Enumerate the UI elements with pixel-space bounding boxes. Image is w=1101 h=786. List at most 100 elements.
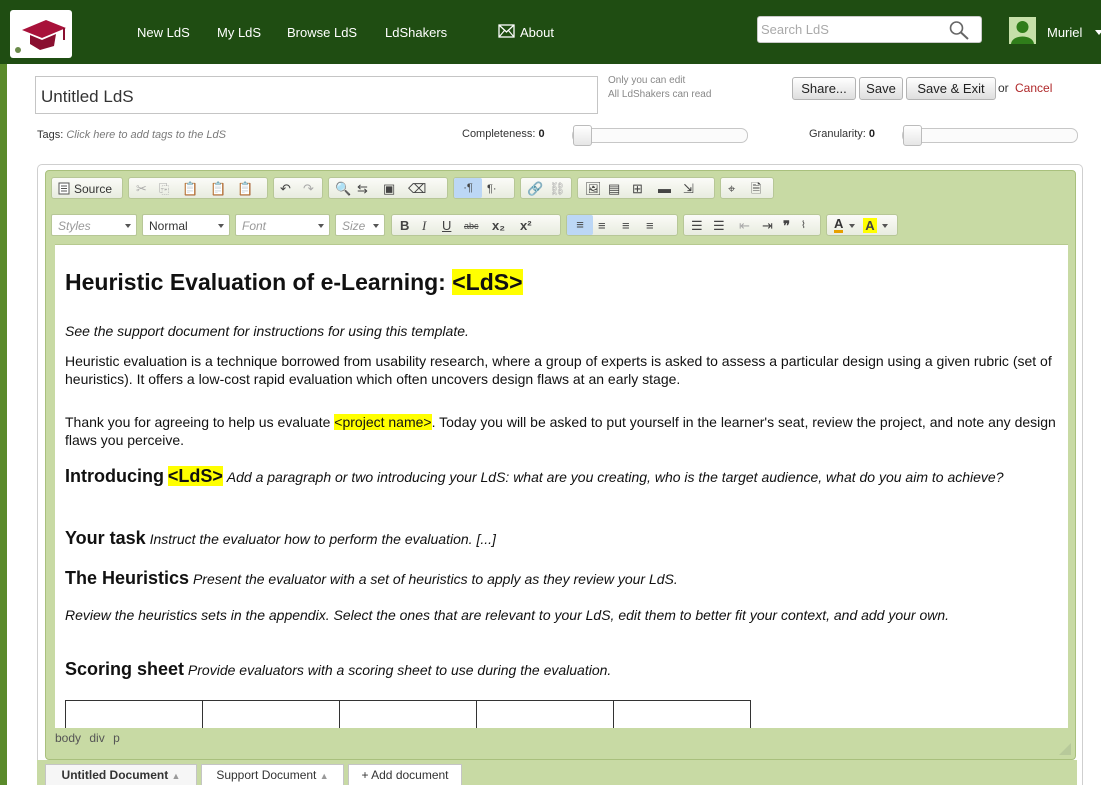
nav-my-lds[interactable]: My LdS	[217, 25, 261, 40]
text-color-icon[interactable]: A	[834, 217, 844, 233]
align-justify-icon[interactable]: ≡	[646, 218, 654, 234]
link-icon[interactable]: 🔗	[527, 181, 543, 197]
maximize-icon[interactable]: ⌖	[728, 181, 735, 197]
granularity-label: Granularity:	[809, 128, 866, 140]
scoring-text: Provide evaluators with a scoring sheet …	[187, 662, 612, 678]
table-cell[interactable]	[476, 700, 614, 728]
nav-browse-lds[interactable]: Browse LdS	[287, 25, 357, 40]
horizontal-line-icon[interactable]: ▬	[658, 181, 671, 197]
align-center-icon[interactable]: ≡	[598, 218, 606, 234]
blockquote-icon[interactable]: ❞	[783, 218, 790, 234]
superscript-icon[interactable]: x²	[520, 218, 532, 234]
table-icon[interactable]: ⊞	[632, 181, 643, 197]
italic-icon[interactable]: I	[422, 218, 426, 234]
format-dropdown[interactable]: Normal	[142, 214, 230, 236]
remove-format-icon[interactable]: ⌫	[408, 181, 426, 197]
granularity-slider-track[interactable]	[902, 128, 1078, 143]
completeness-slider-handle[interactable]	[573, 125, 592, 146]
ldshake-logo-icon[interactable]	[10, 10, 72, 58]
triangle-up-icon[interactable]: ▲	[172, 771, 181, 781]
lds-title-field[interactable]: Untitled LdS	[35, 76, 598, 114]
heuristics-text: Present the evaluator with a set of heur…	[192, 571, 678, 587]
font-dropdown[interactable]: Font	[235, 214, 330, 236]
nav-about[interactable]: About	[520, 25, 554, 40]
underline-icon[interactable]: U	[442, 218, 451, 234]
replace-icon[interactable]: ⇆	[357, 181, 368, 197]
editor-content[interactable]: Heuristic Evaluation of e-Learning: <LdS…	[55, 244, 1068, 728]
granularity-label-group: Granularity: 0	[809, 128, 875, 140]
table-cell[interactable]	[339, 700, 477, 728]
strikethrough-icon[interactable]: abc	[464, 218, 479, 234]
font-dropdown-label: Font	[242, 219, 267, 233]
clipboard-group: ✂ ⎘ 📋 📋 📋	[128, 177, 268, 199]
nav-new-lds[interactable]: New LdS	[137, 25, 190, 40]
undo-icon[interactable]: ↶	[280, 181, 291, 197]
outdent-icon[interactable]: ⇤	[739, 218, 750, 234]
path-body[interactable]: body	[55, 731, 81, 745]
bullet-list-icon[interactable]: ☰	[713, 218, 725, 234]
preview-icon[interactable]: 🗎	[751, 181, 761, 197]
table-cell[interactable]	[202, 700, 340, 728]
find-icon[interactable]: 🔍	[335, 181, 351, 197]
table-cell[interactable]	[65, 700, 203, 728]
cut-icon[interactable]: ✂	[136, 181, 147, 197]
undo-group: ↶ ↷	[273, 177, 323, 199]
flash-icon[interactable]: ▤	[608, 181, 620, 197]
document-heading: Heuristic Evaluation of e-Learning: <LdS…	[65, 269, 523, 296]
copy-icon[interactable]: ⎘	[159, 181, 169, 197]
lds-title-value: Untitled LdS	[41, 87, 134, 106]
paste-word-icon[interactable]: 📋	[237, 181, 253, 197]
user-name[interactable]: Muriel	[1047, 25, 1082, 40]
indent-icon[interactable]: ⇥	[762, 218, 773, 234]
resize-grip-icon[interactable]	[1059, 743, 1071, 755]
task-title: Your task	[65, 528, 146, 548]
avatar[interactable]	[1009, 17, 1036, 44]
path-p[interactable]: p	[113, 731, 120, 745]
link-group: 🔗 ⛓	[520, 177, 572, 199]
size-dropdown[interactable]: Size	[335, 214, 385, 236]
task-section: Your task Instruct the evaluator how to …	[65, 529, 1060, 548]
nav-ldshakers[interactable]: LdShakers	[385, 25, 447, 40]
user-menu-chevron-down-icon[interactable]	[1095, 30, 1101, 35]
select-all-icon[interactable]: ▣	[383, 181, 395, 197]
triangle-up-icon[interactable]: ▲	[320, 771, 329, 781]
granularity-slider-handle[interactable]	[903, 125, 922, 146]
redo-icon[interactable]: ↷	[303, 181, 314, 197]
path-div[interactable]: div	[89, 731, 104, 745]
cancel-link[interactable]: Cancel	[1015, 81, 1052, 95]
page-break-icon[interactable]: ⇲	[683, 181, 694, 197]
text-direction-group: ·¶ ¶·	[453, 177, 515, 199]
align-left-icon[interactable]: ≡	[567, 215, 593, 235]
table-cell[interactable]	[613, 700, 751, 728]
unlink-icon[interactable]: ⛓	[549, 181, 566, 197]
div-container-icon[interactable]: ⌇	[801, 218, 806, 234]
numbered-list-icon[interactable]: ☰	[691, 218, 703, 234]
tab-support-document[interactable]: Support Document ▲	[201, 764, 344, 785]
introducing-section: Introducing <LdS> Add a paragraph or two…	[65, 466, 1060, 487]
subscript-icon[interactable]: x₂	[492, 218, 505, 234]
save-button[interactable]: Save	[859, 77, 903, 100]
align-right-icon[interactable]: ≡	[622, 218, 630, 234]
heading-placeholder: <LdS>	[452, 269, 523, 295]
styles-dropdown[interactable]: Styles	[51, 214, 137, 236]
mail-icon[interactable]	[498, 24, 515, 38]
search-icon[interactable]	[948, 20, 970, 40]
ltr-icon[interactable]: ·¶	[454, 178, 482, 198]
bold-icon[interactable]: B	[400, 218, 409, 234]
source-button[interactable]: Source	[51, 177, 123, 199]
save-exit-button[interactable]: Save & Exit	[906, 77, 996, 100]
tags-add-link[interactable]: Click here to add tags to the LdS	[66, 129, 226, 141]
heuristics-title: The Heuristics	[65, 568, 190, 588]
completeness-value: 0	[538, 128, 545, 140]
add-document-button[interactable]: + Add document	[348, 764, 462, 785]
background-color-icon[interactable]: A	[863, 218, 877, 233]
search-input[interactable]	[761, 20, 941, 39]
completeness-slider-track[interactable]	[572, 128, 748, 143]
tab-untitled-document[interactable]: Untitled Document ▲	[45, 764, 197, 785]
rtl-icon[interactable]: ¶·	[487, 181, 497, 197]
paste-text-icon[interactable]: 📋	[210, 181, 226, 197]
paste-icon[interactable]: 📋	[182, 181, 198, 197]
image-icon[interactable]: 🖼	[585, 181, 602, 197]
insert-group: 🖼 ▤ ⊞ ▬ ⇲	[577, 177, 715, 199]
share-button[interactable]: Share...	[792, 77, 856, 100]
